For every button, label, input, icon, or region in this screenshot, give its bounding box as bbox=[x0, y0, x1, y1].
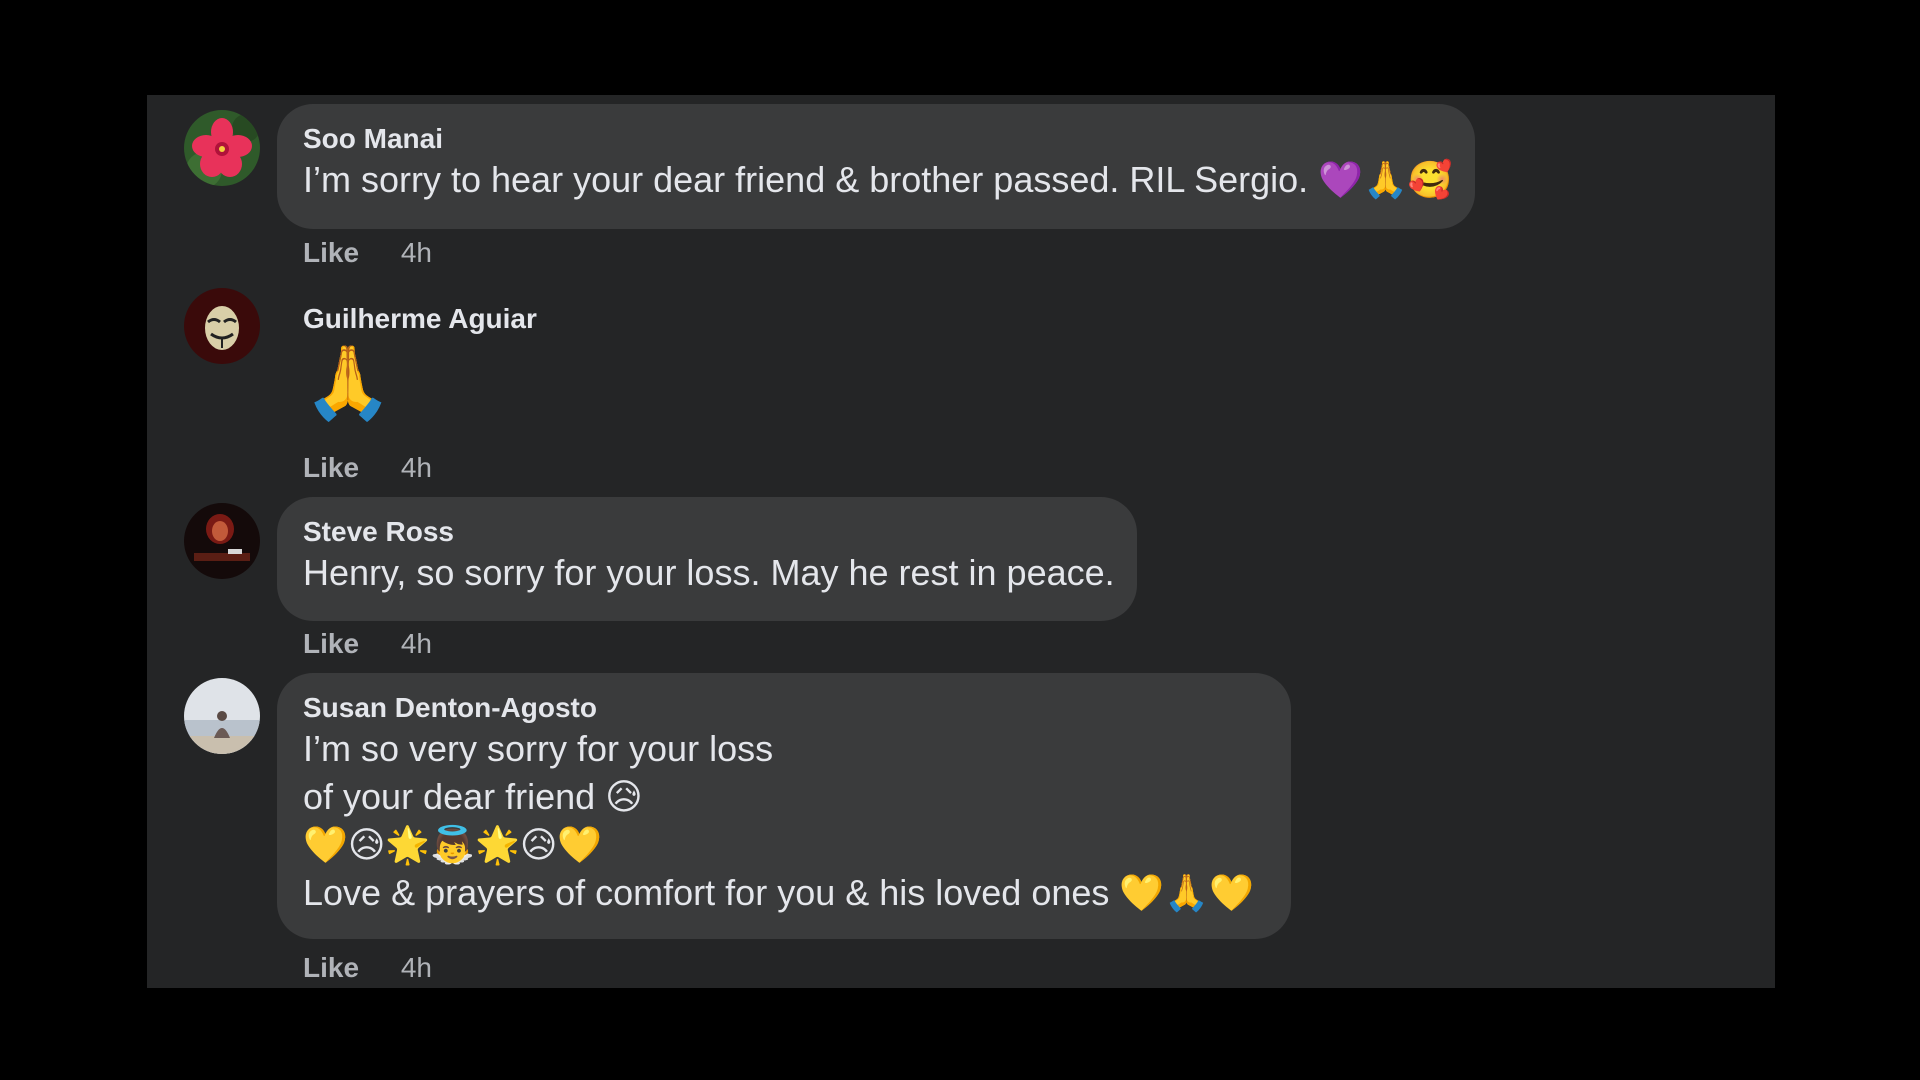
comment-text-line: 💛😥🌟👼🌟😥💛 bbox=[303, 824, 603, 865]
comment-author[interactable]: Susan Denton-Agosto bbox=[303, 691, 1265, 725]
avatar[interactable] bbox=[184, 110, 260, 186]
comment-author[interactable]: Steve Ross bbox=[303, 515, 1111, 549]
comment-text-line: Henry, so sorry for your loss. May he re… bbox=[303, 552, 1115, 593]
comment-actions: Like 4h bbox=[303, 452, 432, 484]
like-button[interactable]: Like bbox=[303, 452, 359, 483]
like-button[interactable]: Like bbox=[303, 628, 359, 659]
comment-text: Henry, so sorry for your loss. May he re… bbox=[303, 549, 1115, 597]
avatar[interactable] bbox=[184, 678, 260, 754]
comment-text: I’m so very sorry for your loss of your … bbox=[303, 725, 1265, 917]
logo-avatar-icon bbox=[184, 503, 260, 579]
comments-panel: Soo Manai I’m sorry to hear your dear fr… bbox=[147, 95, 1775, 988]
like-button[interactable]: Like bbox=[303, 237, 359, 268]
comment-timestamp[interactable]: 4h bbox=[401, 952, 432, 983]
mask-avatar-icon bbox=[184, 288, 260, 364]
comment-text: I’m sorry to hear your dear friend & bro… bbox=[303, 156, 1453, 204]
comment-timestamp[interactable]: 4h bbox=[401, 237, 432, 268]
comment-actions: Like 4h bbox=[303, 628, 432, 660]
comment-actions: Like 4h bbox=[303, 237, 432, 269]
comment-bubble: Susan Denton-Agosto I’m so very sorry fo… bbox=[277, 673, 1291, 939]
comment-text-line: of your dear friend 😥 bbox=[303, 776, 643, 817]
comment-text-line: Love & prayers of comfort for you & his … bbox=[303, 872, 1254, 913]
comment-text-line: I’m so very sorry for your loss bbox=[303, 728, 774, 769]
comment-timestamp[interactable]: 4h bbox=[401, 452, 432, 483]
comment-text-line: I’m sorry to hear your dear friend & bro… bbox=[303, 159, 1453, 200]
comment-content: Guilherme Aguiar 🙏 bbox=[303, 302, 537, 424]
comment-author[interactable]: Soo Manai bbox=[303, 122, 1449, 156]
comment-timestamp[interactable]: 4h bbox=[401, 628, 432, 659]
flower-avatar-icon bbox=[184, 110, 260, 186]
beach-avatar-icon bbox=[184, 678, 260, 754]
comment-author[interactable]: Guilherme Aguiar bbox=[303, 302, 537, 336]
avatar[interactable] bbox=[184, 288, 260, 364]
praying-hands-emoji: 🙏 bbox=[303, 340, 393, 424]
comment-bubble: Steve Ross Henry, so sorry for your loss… bbox=[277, 497, 1137, 621]
comment-actions: Like 4h bbox=[303, 952, 432, 984]
like-button[interactable]: Like bbox=[303, 952, 359, 983]
comment-bubble: Soo Manai I’m sorry to hear your dear fr… bbox=[277, 104, 1475, 229]
avatar[interactable] bbox=[184, 503, 260, 579]
